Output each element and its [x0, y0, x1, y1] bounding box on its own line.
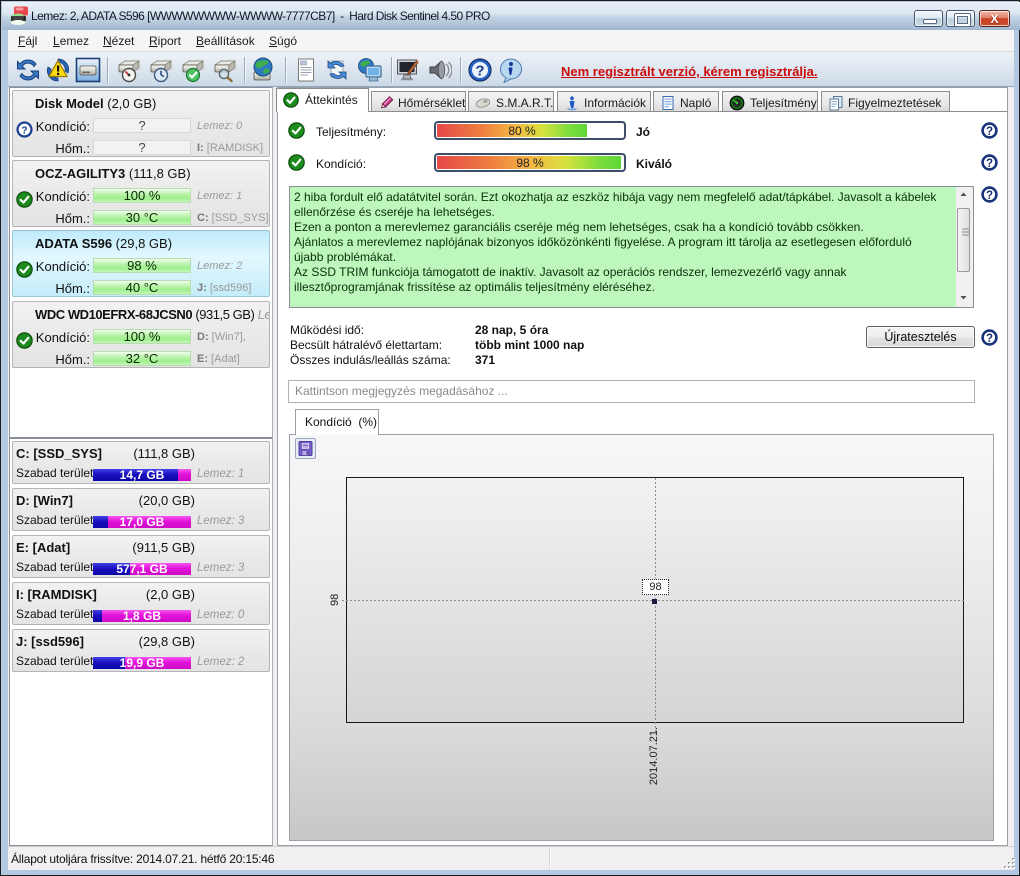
svg-text:?: ? [986, 333, 993, 345]
svg-text:?: ? [986, 158, 993, 170]
svg-text:?: ? [986, 126, 993, 138]
svg-text:?: ? [986, 190, 993, 202]
svg-text:?: ? [475, 63, 484, 80]
